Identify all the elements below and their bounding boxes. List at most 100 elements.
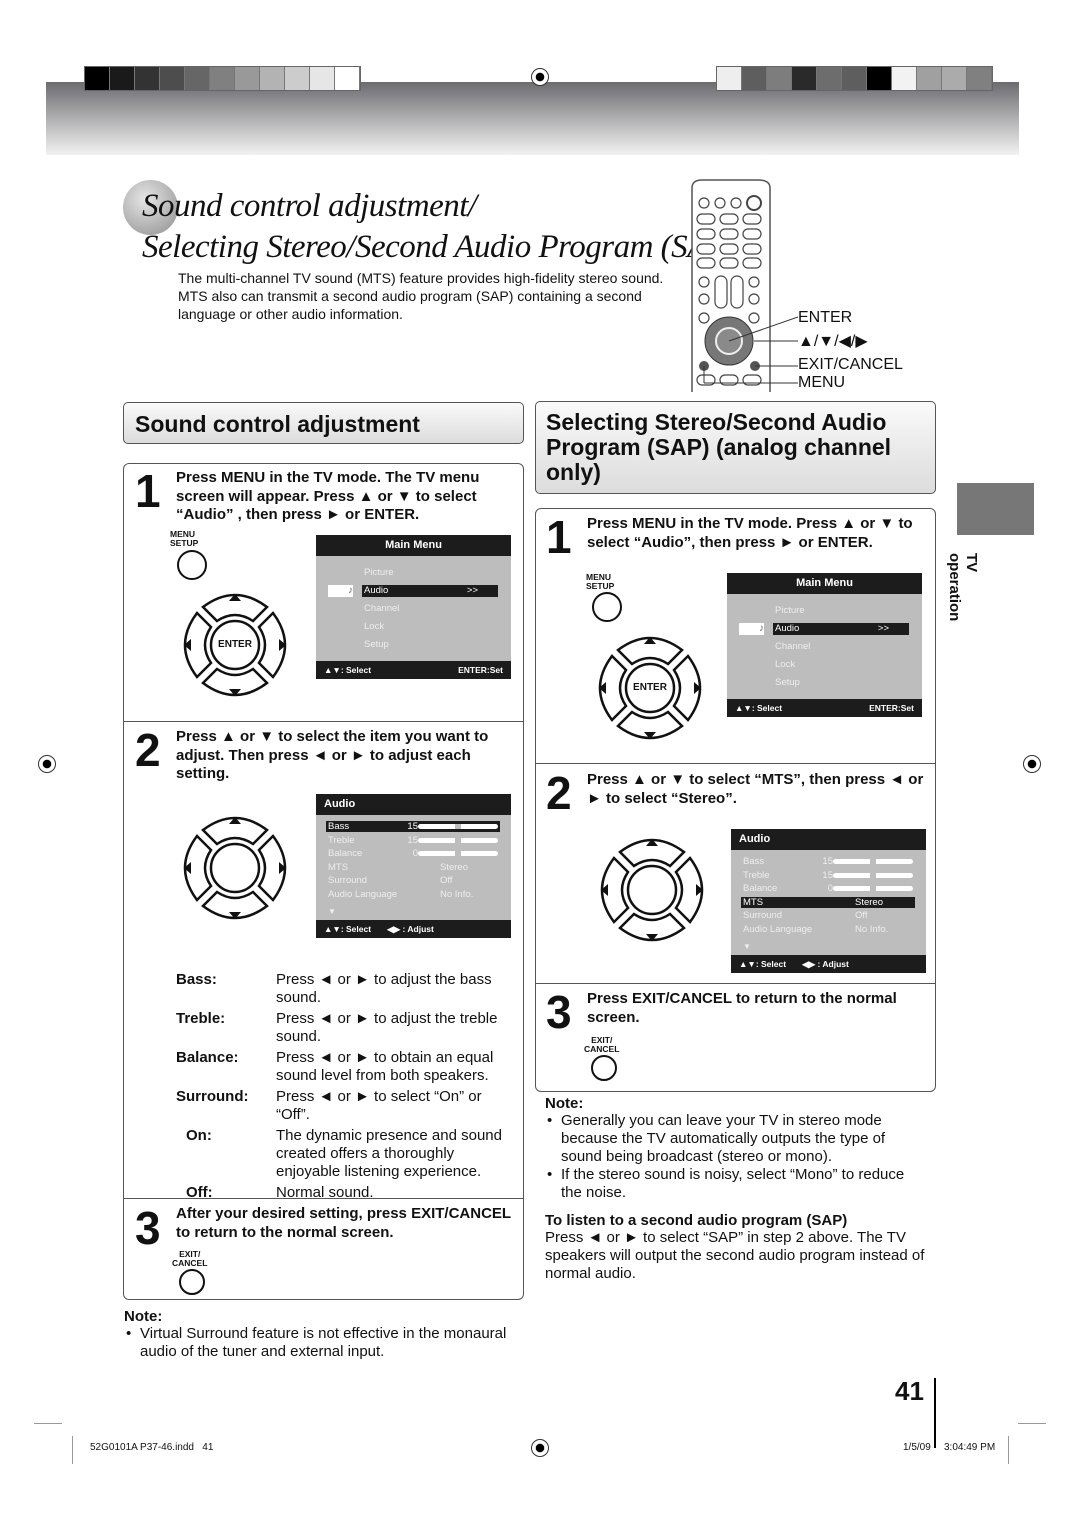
row-value: Stereo bbox=[855, 896, 883, 908]
right-arrow-icon bbox=[674, 856, 704, 924]
definition-item: Treble: Press ◄ or ► to adjust the treble… bbox=[176, 1010, 516, 1046]
definition-term: Off: bbox=[186, 1184, 213, 1201]
menu-footer: ▲▼: Select ◀▶ : Adjust bbox=[316, 920, 511, 938]
audio-row-balance: Balance 0 bbox=[326, 848, 500, 859]
color-swatch bbox=[967, 67, 992, 90]
definition-item: On: The dynamic presence and sound create… bbox=[176, 1127, 516, 1181]
footer-time: 3:04:49 PM bbox=[944, 1442, 996, 1453]
audio-row-mts: MTS Stereo bbox=[741, 896, 915, 908]
center-button bbox=[209, 842, 261, 894]
menu-item-lock: Lock bbox=[775, 659, 796, 670]
label-arrows: ▲/▼/◀/▶ bbox=[798, 333, 868, 350]
menu-item-audio: Audio >> bbox=[773, 623, 909, 635]
footer-date: 1/5/09 bbox=[903, 1442, 931, 1453]
submenu-arrow: >> bbox=[466, 585, 478, 596]
row-label: Surround bbox=[328, 875, 368, 886]
footer-select: ▲▼: Select bbox=[324, 924, 372, 934]
row-value: 15 bbox=[822, 856, 833, 867]
row-value: 15 bbox=[822, 869, 833, 881]
scroll-down-icon: ▼ bbox=[328, 907, 336, 916]
setup-label: SETUP bbox=[586, 581, 615, 591]
color-bar-left bbox=[84, 66, 361, 91]
level-slider bbox=[418, 837, 498, 843]
page-title-line2: Selecting Stereo/Second Audio Program (S… bbox=[142, 229, 737, 265]
note-item: Virtual Surround feature is not effectiv… bbox=[124, 1325, 524, 1361]
definition-term: Bass: bbox=[176, 971, 217, 988]
audio-row-bass: Bass 15 bbox=[741, 856, 915, 867]
note-item: Generally you can leave your TV in stere… bbox=[545, 1112, 925, 1166]
definition-term: Treble: bbox=[176, 1010, 226, 1027]
row-label: Audio Language bbox=[328, 888, 398, 900]
row-value: No Info. bbox=[855, 923, 889, 935]
level-slider bbox=[833, 859, 913, 864]
page-rule bbox=[934, 1378, 936, 1448]
menu-item-audio: Audio >> bbox=[362, 585, 498, 597]
enter-label: ENTER bbox=[218, 639, 252, 650]
definition-item: Bass: Press ◄ or ► to adjust the bass sou… bbox=[176, 971, 516, 1007]
up-arrow-icon bbox=[616, 636, 684, 666]
menu-item-lock: Lock bbox=[364, 621, 385, 632]
row-value: Stereo bbox=[440, 861, 468, 873]
row-value: Off bbox=[440, 875, 453, 886]
scroll-down-icon: ▼ bbox=[743, 942, 751, 951]
menu-setup-label: MENU SETUP bbox=[170, 530, 198, 548]
color-swatch bbox=[110, 67, 135, 90]
audio-row-audio-language: Audio Language No Info. bbox=[741, 924, 915, 935]
menu-item-setup: Setup bbox=[364, 639, 389, 650]
right-arrow-icon bbox=[257, 611, 287, 679]
definition-list: Bass: Press ◄ or ► to adjust the bass sou… bbox=[176, 971, 516, 1205]
color-bar-right bbox=[716, 66, 993, 91]
menu-footer: ▲▼: Select ENTER:Set bbox=[727, 699, 922, 717]
color-swatch bbox=[285, 67, 310, 90]
setup-label: SETUP bbox=[170, 538, 199, 548]
registration-mark-icon bbox=[38, 755, 56, 773]
audio-row-balance: Balance 0 bbox=[741, 883, 915, 894]
menu-footer: ▲▼: Select ◀▶ : Adjust bbox=[731, 955, 926, 973]
exit-button-icon bbox=[591, 1055, 617, 1081]
registration-mark-icon bbox=[1023, 755, 1041, 773]
cancel-label: CANCEL bbox=[172, 1258, 208, 1268]
up-arrow-icon bbox=[201, 593, 269, 623]
level-slider bbox=[833, 886, 913, 891]
side-tab-label: TV operation bbox=[946, 553, 980, 622]
center-button bbox=[626, 864, 678, 916]
page-title-line1: Sound control adjustment/ bbox=[142, 188, 477, 224]
left-section-header: Sound control adjustment bbox=[123, 402, 524, 444]
footer-select: ▲▼: Select bbox=[735, 703, 783, 713]
step-text: Press ▲ or ▼ to select “MTS”, then press… bbox=[587, 771, 924, 807]
menu-button-icon bbox=[177, 550, 207, 580]
color-swatch bbox=[817, 67, 842, 90]
exit-cancel-label: EXIT/CANCEL bbox=[172, 1250, 207, 1268]
side-tab bbox=[957, 483, 1034, 535]
up-arrow-icon bbox=[618, 838, 686, 868]
color-swatch bbox=[335, 67, 360, 90]
menu-item-picture: Picture bbox=[775, 605, 805, 616]
definition-desc: Press ◄ or ► to select “On” or “Off”. bbox=[276, 1088, 482, 1123]
audio-row-bass: Bass 15 bbox=[326, 821, 500, 832]
color-swatch bbox=[210, 67, 235, 90]
row-label: Balance bbox=[743, 883, 778, 894]
menu-setup-label: MENU SETUP bbox=[586, 573, 614, 591]
row-label: Bass bbox=[743, 856, 765, 867]
note-title: Note: bbox=[124, 1308, 163, 1325]
crop-mark bbox=[1008, 1436, 1009, 1464]
definition-desc: The dynamic presence and sound created o… bbox=[276, 1127, 502, 1180]
submenu-arrow: >> bbox=[877, 623, 889, 634]
footer-adjust: ◀▶ : Adjust bbox=[387, 924, 434, 934]
row-label: MTS bbox=[328, 861, 349, 873]
crop-mark bbox=[34, 1423, 62, 1424]
note-item: If the stereo sound is noisy, select “Mo… bbox=[545, 1166, 925, 1202]
color-swatch bbox=[185, 67, 210, 90]
color-swatch bbox=[310, 67, 335, 90]
right-section-header: Selecting Stereo/Second Audio Program (S… bbox=[535, 401, 936, 494]
step-text: Press MENU in the TV mode. The TV menu s… bbox=[176, 469, 480, 523]
step-number: 2 bbox=[135, 724, 161, 776]
color-swatch bbox=[235, 67, 260, 90]
row-value: Off bbox=[855, 910, 868, 921]
down-arrow-icon bbox=[618, 912, 686, 942]
audio-row-surround: Surround Off bbox=[741, 910, 915, 921]
step-text: Press ▲ or ▼ to select the item you want… bbox=[176, 728, 489, 782]
color-swatch bbox=[942, 67, 967, 90]
sap-title: To listen to a second audio program (SAP… bbox=[545, 1212, 848, 1229]
down-arrow-icon bbox=[616, 710, 684, 740]
